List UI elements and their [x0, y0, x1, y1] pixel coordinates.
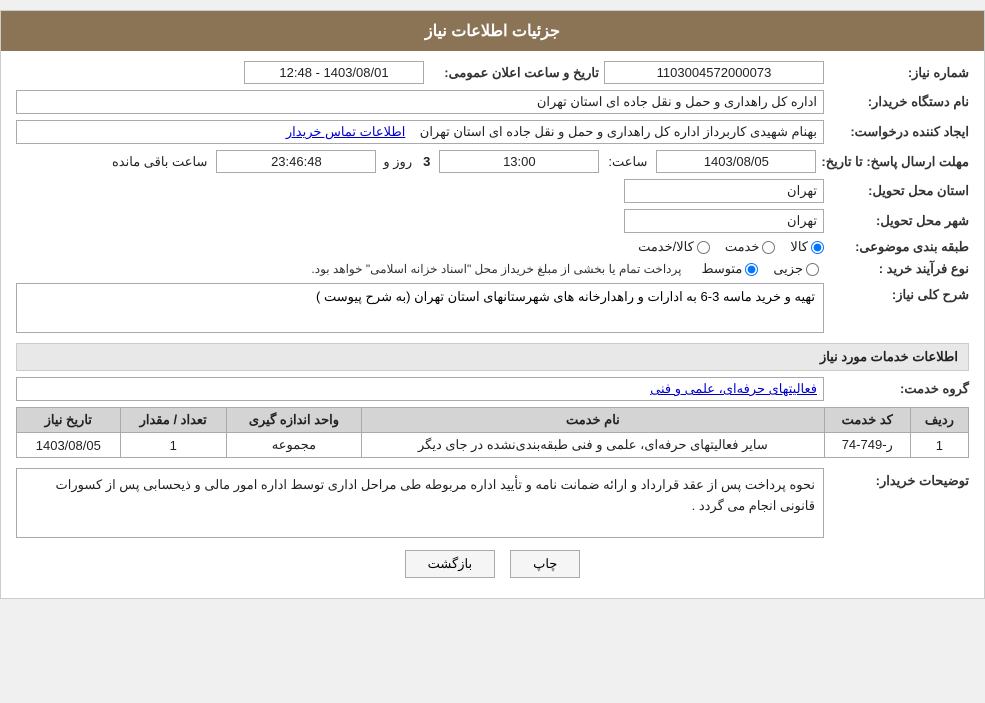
subject-option-kala: کالا [790, 239, 824, 255]
city-label: شهر محل تحویل: [829, 213, 969, 229]
contact-link[interactable]: اطلاعات تماس خریدار [286, 124, 405, 139]
purchase-note: پرداخت تمام یا بخشی از مبلغ خریداز محل "… [311, 262, 681, 276]
page-header: جزئیات اطلاعات نیاز [1, 11, 984, 51]
deadline-time: 13:00 [439, 150, 599, 173]
service-group-label: گروه خدمت: [829, 381, 969, 397]
subject-option-kala-khedmat: کالا/خدمت [638, 239, 710, 255]
service-group-link[interactable]: فعالیتهای حرفه‌ای، علمی و فنی [650, 381, 817, 396]
cell-unit: مجموعه [226, 433, 361, 458]
deadline-time-label: ساعت: [608, 154, 647, 170]
purchase-type-label: نوع فرآیند خرید : [829, 261, 969, 277]
remaining-time: 23:46:48 [216, 150, 376, 173]
cell-date: 1403/08/05 [17, 433, 121, 458]
cell-row: 1 [910, 433, 968, 458]
purchase-radio-group: جزیی متوسط [701, 261, 819, 277]
requester-org-label: نام دستگاه خریدار: [829, 94, 969, 110]
back-button[interactable]: بازگشت [405, 550, 495, 578]
cell-name: سایر فعالیتهای حرفه‌ای، علمی و فنی طبقه‌… [362, 433, 825, 458]
print-button[interactable]: چاپ [510, 550, 580, 578]
service-group-value: فعالیتهای حرفه‌ای، علمی و فنی [16, 377, 824, 401]
announce-date-label: تاریخ و ساعت اعلان عمومی: [429, 65, 599, 81]
org-row: نام دستگاه خریدار: اداره کل راهداری و حم… [16, 90, 969, 114]
creator-row: ایجاد کننده درخواست: بهنام شهیدی کاربردا… [16, 120, 969, 144]
province-value: تهران [624, 179, 824, 203]
creator-value: بهنام شهیدی کاربرداز اداره کل راهداری و … [16, 120, 824, 144]
subject-radio-group: کالا خدمت کالا/خدمت [638, 239, 824, 255]
city-value: تهران [624, 209, 824, 233]
needs-label: شرح کلی نیاز: [829, 283, 969, 303]
need-number-value: 1103004572000073 [604, 61, 824, 84]
table-row: 1 ر-749-74 سایر فعالیتهای حرفه‌ای، علمی … [17, 433, 969, 458]
buttons-row: چاپ بازگشت [16, 550, 969, 588]
needs-value[interactable] [16, 283, 824, 333]
col-code: کد خدمت [824, 408, 910, 433]
purchase-option-motavasset: متوسط [701, 261, 758, 277]
purchase-option-jozi: جزیی [773, 261, 819, 277]
cell-code: ر-749-74 [824, 433, 910, 458]
remaining-days-label: روز و [383, 154, 412, 170]
announce-date-value: 1403/08/01 - 12:48 [244, 61, 424, 84]
col-row: ردیف [910, 408, 968, 433]
page-title: جزئیات اطلاعات نیاز [425, 23, 560, 40]
service-info-header: اطلاعات خدمات مورد نیاز [16, 343, 969, 371]
need-number-label: شماره نیاز: [829, 65, 969, 81]
subject-option-khedmat: خدمت [725, 239, 776, 255]
buyer-desc-label: توضیحات خریدار: [829, 468, 969, 489]
remaining-suffix: ساعت باقی مانده [112, 154, 207, 170]
service-table: ردیف کد خدمت نام خدمت واحد اندازه گیری ت… [16, 407, 969, 458]
remaining-days: 3 [423, 154, 430, 169]
deadline-label: مهلت ارسال پاسخ: تا تاریخ: [821, 154, 969, 170]
deadline-row: مهلت ارسال پاسخ: تا تاریخ: 1403/08/05 سا… [16, 150, 969, 173]
cell-quantity: 1 [120, 433, 226, 458]
col-date: تاریخ نیاز [17, 408, 121, 433]
province-row: استان محل تحویل: تهران [16, 179, 969, 203]
city-row: شهر محل تحویل: تهران [16, 209, 969, 233]
province-label: استان محل تحویل: [829, 183, 969, 199]
content-area: شماره نیاز: 1103004572000073 تاریخ و ساع… [1, 51, 984, 598]
subject-label: طبقه بندی موضوعی: [829, 239, 969, 255]
service-group-row: گروه خدمت: فعالیتهای حرفه‌ای، علمی و فنی [16, 377, 969, 401]
purchase-type-row: نوع فرآیند خرید : جزیی متوسط پرداخت تمام… [16, 261, 969, 277]
table-header-row: ردیف کد خدمت نام خدمت واحد اندازه گیری ت… [17, 408, 969, 433]
buyer-desc-row: توضیحات خریدار: نحوه پرداخت پس از عقد قر… [16, 468, 969, 538]
page-container: جزئیات اطلاعات نیاز شماره نیاز: 11030045… [0, 10, 985, 599]
col-quantity: تعداد / مقدار [120, 408, 226, 433]
col-unit: واحد اندازه گیری [226, 408, 361, 433]
need-number-row: شماره نیاز: 1103004572000073 تاریخ و ساع… [16, 61, 969, 84]
needs-row: شرح کلی نیاز: [16, 283, 969, 333]
col-name: نام خدمت [362, 408, 825, 433]
requester-org-value: اداره کل راهداری و حمل و نقل جاده ای است… [16, 90, 824, 114]
creator-label: ایجاد کننده درخواست: [829, 124, 969, 140]
buyer-desc-value: نحوه پرداخت پس از عقد قرارداد و ارائه ضم… [16, 468, 824, 538]
deadline-date: 1403/08/05 [656, 150, 816, 173]
subject-row: طبقه بندی موضوعی: کالا خدمت کالا/خدمت [16, 239, 969, 255]
